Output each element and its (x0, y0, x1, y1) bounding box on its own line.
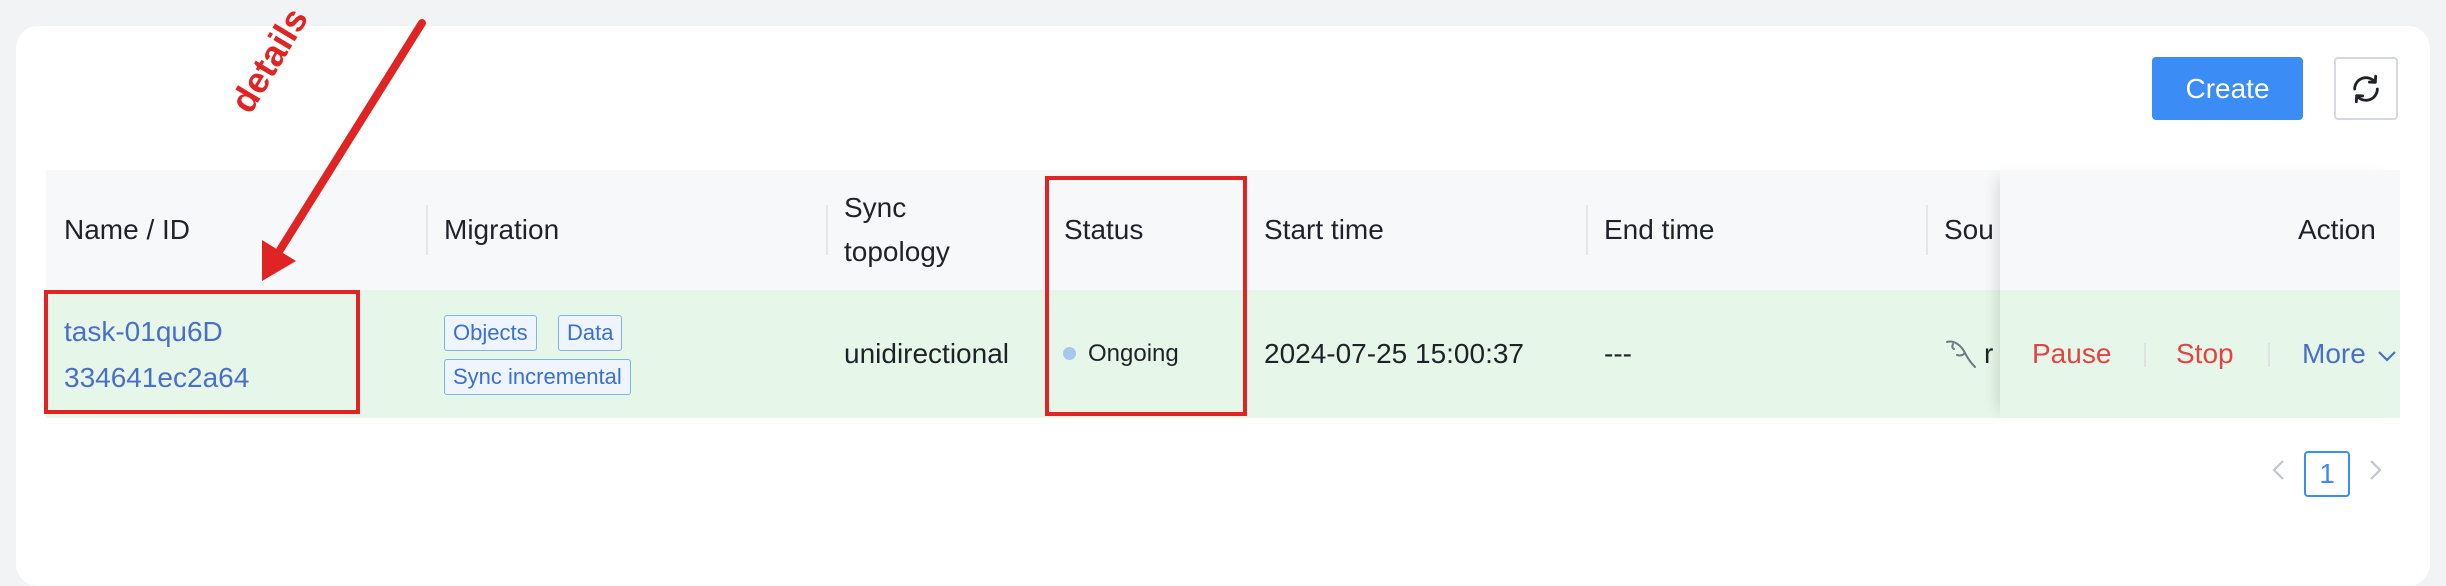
annotation-arrow (262, 19, 426, 281)
